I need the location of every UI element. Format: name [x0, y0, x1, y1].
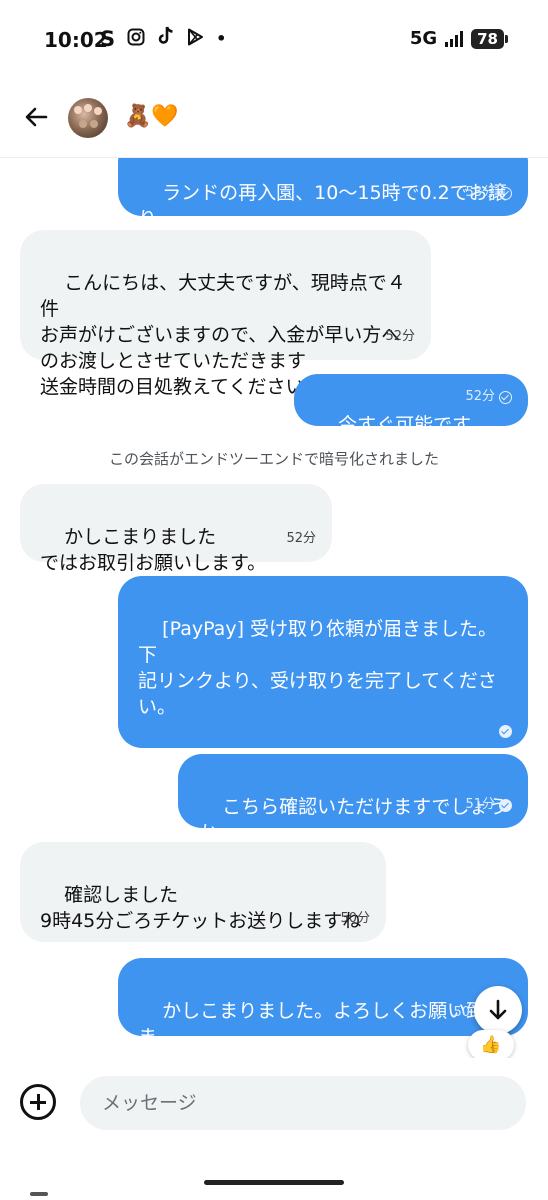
message-bubble-outgoing[interactable]: 今すぐ可能です 52分 [294, 374, 528, 436]
back-arrow-icon [25, 107, 48, 127]
message-bubble-incoming[interactable]: かしこまりました ではお取引お願いします。 52分 [20, 484, 332, 574]
tiktok-icon [157, 26, 175, 51]
notification-icons: S • [100, 26, 226, 51]
message-meta [499, 725, 512, 738]
message-time: 50 [453, 1005, 470, 1020]
signal-icon [445, 30, 464, 47]
message-bubble-outgoing[interactable]: ランドの再入園、10〜15時で0.2でお譲り いただくことは可能でしょうか？ 5… [118, 158, 528, 256]
message-bubble-outgoing[interactable]: かしこまりました。よろしくお願い致しま す 50 [118, 958, 528, 1058]
message-meta: 52分 [286, 526, 316, 552]
message-text: [PayPay] 受け取り依頼が届きました。下 記リンクより、受け取りを完了して… [138, 618, 498, 718]
network-label: 5G [409, 28, 438, 49]
message-text: かしこまりました。よろしくお願い致しま す [138, 1000, 505, 1058]
instagram-icon [127, 27, 145, 51]
message-text: こちら確認いただけますでしょうか [198, 796, 508, 844]
message-composer [0, 1058, 548, 1158]
arrow-down-icon [489, 999, 507, 1020]
message-meta: 51分 [465, 792, 512, 818]
message-time: 52分 [465, 389, 495, 404]
message-meta: 53分 [465, 180, 512, 206]
avatar[interactable] [68, 98, 108, 138]
message-text: かしこまりました ではお取引お願いします。 [40, 526, 267, 574]
message-bubble-incoming[interactable]: 確認しました 9時45分ごろチケットお送りしますね 50分 [20, 842, 386, 942]
chat-header: 🧸🧡 [0, 80, 548, 158]
read-check-icon [499, 725, 512, 738]
message-text: 確認しました 9時45分ごろチケットお送りしますね [40, 884, 362, 932]
reaction-thumbs-up[interactable]: 👍 [468, 1030, 514, 1058]
message-input[interactable] [80, 1076, 526, 1130]
message-time: 51分 [465, 797, 495, 812]
s-app-icon: S [100, 26, 116, 51]
message-list[interactable]: ランドの再入園、10〜15時で0.2でお譲り いただくことは可能でしょうか？ 5… [0, 158, 548, 1058]
sent-check-icon [499, 186, 512, 200]
nav-corner-mark [30, 1192, 48, 1196]
more-notifications-dot: • [216, 29, 227, 48]
sent-check-icon [499, 390, 512, 404]
status-right: 5G 78 [409, 28, 508, 49]
message-bubble-outgoing[interactable]: こちら確認いただけますでしょうか 51分 [178, 754, 528, 844]
play-store-icon [187, 27, 204, 51]
home-indicator [204, 1180, 344, 1185]
message-text: 今すぐ可能です [338, 414, 472, 436]
message-meta: 50 [453, 1000, 470, 1026]
message-meta: 50分 [340, 906, 370, 932]
add-attachment-button[interactable] [20, 1084, 56, 1120]
message-meta: 52分 [465, 384, 512, 410]
message-time: 50分 [340, 911, 370, 926]
contact-name[interactable]: 🧸🧡 [124, 104, 179, 129]
battery-icon: 78 [471, 28, 508, 49]
message-time: 53分 [465, 185, 495, 200]
message-bubble-outgoing-paypay[interactable]: [PayPay] 受け取り依頼が届きました。下 記リンクより、受け取りを完了して… [118, 576, 528, 770]
message-time: 52分 [286, 531, 316, 546]
message-bubble-incoming[interactable]: こんにちは、大丈夫ですが、現時点で４件 お声がけございますので、入金が早い方へ … [20, 230, 431, 398]
read-check-icon [499, 798, 512, 812]
status-bar: 10:02 S • 5G 78 [0, 0, 548, 80]
status-time: 10:02 [44, 28, 108, 52]
message-meta: 52分 [385, 324, 415, 350]
encryption-notice: この会話がエンドツーエンドで暗号化されました [108, 450, 439, 468]
back-button[interactable] [22, 102, 52, 132]
scroll-to-bottom-button[interactable] [474, 986, 522, 1034]
message-time: 52分 [385, 329, 415, 344]
